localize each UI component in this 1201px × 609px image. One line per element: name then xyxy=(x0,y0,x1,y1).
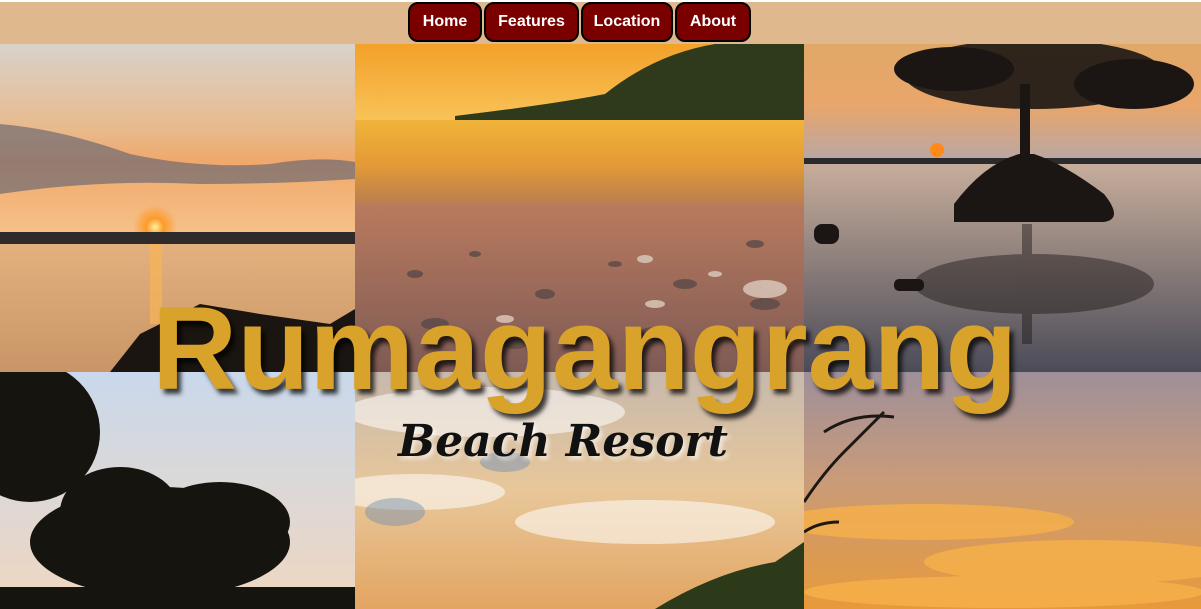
nav-location-button[interactable]: Location xyxy=(581,2,673,42)
navbar: Home Features Location About xyxy=(0,2,1201,44)
nav-features-button[interactable]: Features xyxy=(484,2,579,42)
hero-title: Rumagangrang xyxy=(152,283,1018,415)
nav-menu: Home Features Location About xyxy=(408,2,753,46)
nav-about-button[interactable]: About xyxy=(675,2,751,42)
hero-subtitle: Beach Resort xyxy=(398,416,728,467)
nav-home-button[interactable]: Home xyxy=(408,2,482,42)
